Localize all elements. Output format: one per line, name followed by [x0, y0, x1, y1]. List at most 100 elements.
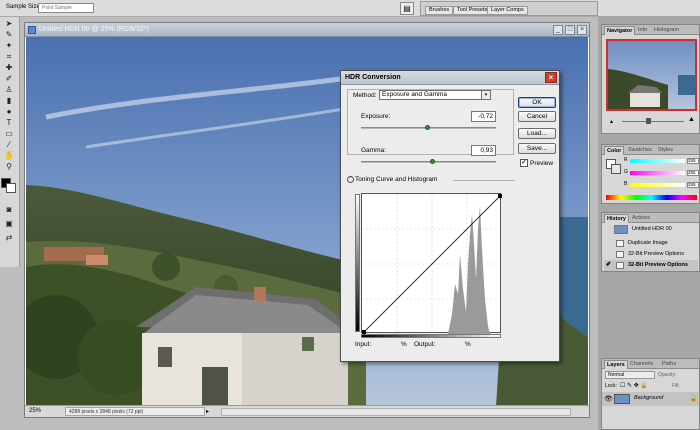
exposure-slider-thumb[interactable]	[425, 125, 430, 130]
layer-thumbnail	[614, 394, 630, 404]
history-item-selected[interactable]: ✐ 32-Bit Preview Options	[604, 260, 698, 271]
well-tab-tool-presets[interactable]: Tool Presets	[453, 6, 492, 15]
histogram	[448, 206, 490, 334]
zoom-out-icon[interactable]: ▴	[610, 118, 616, 125]
hdr-dialog-title-bar[interactable]: HDR Conversion ×	[341, 71, 559, 85]
tab-actions[interactable]: Actions	[630, 214, 652, 223]
method-value: Exposure and Gamma	[382, 91, 448, 98]
preview-checkbox[interactable]: ✓	[520, 159, 528, 167]
document-icon	[28, 26, 36, 34]
gamma-slider-thumb[interactable]	[430, 159, 435, 164]
output-label: Output:	[414, 341, 436, 348]
minimize-icon[interactable]: _	[553, 25, 563, 35]
history-brush-icon: ✐	[606, 262, 612, 268]
red-value[interactable]: 255	[687, 158, 699, 164]
gamma-slider[interactable]	[361, 161, 496, 163]
cancel-button[interactable]: Cancel	[518, 111, 556, 122]
input-gradient-bar	[361, 334, 501, 338]
color-ramp[interactable]	[606, 195, 697, 200]
healing-brush-tool-icon[interactable]: ✚	[3, 63, 15, 73]
brush-tool-icon[interactable]: ✐	[3, 74, 15, 84]
exposure-field[interactable]: -0,72	[471, 111, 496, 122]
hand-tool-icon[interactable]: ✋	[3, 151, 15, 161]
lasso-tool-icon[interactable]: ✎	[3, 30, 15, 40]
crop-tool-icon[interactable]: ⌗	[3, 52, 15, 62]
history-item-label: 32-Bit Preview Options	[628, 262, 688, 268]
toning-curve-disclosure[interactable]: ⌃ Toning Curve and Histogram	[347, 176, 437, 183]
gamma-field[interactable]: 0,93	[471, 145, 496, 156]
tab-info[interactable]: Info	[636, 26, 649, 35]
ok-button[interactable]: OK	[518, 97, 556, 108]
red-slider[interactable]	[630, 159, 685, 163]
history-snapshot[interactable]: Untitled HDR 00	[604, 224, 698, 235]
palette-well-toggle-icon[interactable]: ▤	[400, 2, 414, 15]
history-item[interactable]: 32-Bit Preview Options	[604, 249, 698, 260]
output-gradient-bar	[355, 194, 360, 332]
well-tab-brushes[interactable]: Brushes	[425, 6, 454, 15]
screen-mode-icon[interactable]: ▣	[3, 219, 15, 229]
document-title-bar[interactable]: Untitled HDR 00 @ 25% (RGB/32*) _ □ ×	[25, 23, 589, 37]
tab-paths[interactable]: Paths	[660, 360, 678, 369]
input-label: Input:	[355, 341, 372, 348]
close-icon[interactable]: ×	[577, 25, 587, 35]
disclosure-icon: ⌃	[347, 176, 354, 183]
navigator-thumbnail[interactable]	[606, 39, 697, 111]
zoom-in-icon[interactable]: ▲	[688, 116, 695, 123]
background-color-swatch[interactable]	[611, 164, 621, 174]
method-select[interactable]: Exposure and Gamma ▾	[379, 90, 491, 100]
dodge-tool-icon[interactable]: ●	[3, 107, 15, 117]
close-icon[interactable]: ×	[545, 72, 557, 83]
zoom-level[interactable]: 25%	[29, 408, 41, 414]
save-button[interactable]: Save...	[518, 143, 556, 154]
rectangle-tool-icon[interactable]: ▭	[3, 129, 15, 139]
color-panel: Color Swatches Styles R 255 G 255 B 255	[601, 144, 700, 204]
eyedropper-tool-icon[interactable]: ⁄	[3, 140, 15, 150]
zoom-slider-thumb[interactable]	[646, 118, 651, 124]
quick-mask-icon[interactable]: ◙	[3, 205, 15, 215]
lock-icon: 🔒	[689, 395, 698, 402]
zoom-slider[interactable]	[622, 121, 684, 122]
load-button[interactable]: Load...	[518, 128, 556, 139]
zoom-tool-icon[interactable]: ⚲	[3, 162, 15, 172]
tab-color[interactable]: Color	[604, 146, 625, 155]
green-channel-label: G	[624, 169, 628, 175]
tab-histogram[interactable]: Histogram	[652, 26, 681, 35]
green-slider[interactable]	[630, 171, 685, 175]
layer-row[interactable]: 👁 Background 🔒	[602, 392, 699, 406]
tab-swatches[interactable]: Swatches	[626, 146, 654, 155]
maximize-icon[interactable]: □	[565, 25, 575, 35]
eraser-tool-icon[interactable]: ▮	[3, 96, 15, 106]
tab-navigator[interactable]: Navigator	[604, 26, 636, 35]
hdr-dialog-title: HDR Conversion	[345, 74, 401, 81]
move-tool-icon[interactable]: ➤	[3, 19, 15, 29]
tab-layers[interactable]: Layers	[604, 360, 628, 369]
well-tab-layer-comps[interactable]: Layer Comps	[487, 6, 528, 15]
tab-channels[interactable]: Channels	[628, 360, 655, 369]
blend-mode-select[interactable]: Normal	[605, 371, 655, 379]
layers-panel: Layers Channels Paths Normal Opacity: Lo…	[601, 358, 700, 430]
jump-to-imageready-icon[interactable]: ⇄	[3, 233, 15, 243]
blue-value[interactable]: 255	[687, 182, 699, 188]
exposure-label: Exposure:	[361, 113, 391, 120]
clone-stamp-tool-icon[interactable]: ♙	[3, 85, 15, 95]
type-tool-icon[interactable]: T	[3, 118, 15, 128]
output-unit: %	[465, 341, 471, 348]
background-color-swatch[interactable]	[6, 183, 16, 193]
history-item[interactable]: Duplicate Image	[604, 238, 698, 249]
lock-icons[interactable]: ☐ ✎ ✥ 🔒	[620, 382, 648, 389]
horizontal-scrollbar[interactable]	[221, 408, 571, 416]
visibility-eye-icon[interactable]: 👁	[604, 395, 613, 403]
method-label: Method:	[353, 92, 377, 99]
fill-label: Fill:	[672, 383, 680, 389]
green-value[interactable]: 255	[687, 170, 699, 176]
document-info[interactable]: 4288 pixels x 2848 pixels (72 ppi)	[65, 407, 205, 416]
magic-wand-tool-icon[interactable]: ✦	[3, 41, 15, 51]
history-tabs: History Actions	[602, 213, 699, 223]
sample-size-label: Sample Size:	[6, 4, 42, 10]
toning-curve-graph[interactable]	[361, 193, 503, 335]
tab-styles[interactable]: Styles	[656, 146, 675, 155]
sample-size-select[interactable]: Point Sample	[38, 3, 94, 13]
info-menu-arrow-icon[interactable]: ▸	[206, 408, 209, 415]
tab-history[interactable]: History	[604, 214, 629, 223]
blue-slider[interactable]	[630, 183, 685, 187]
